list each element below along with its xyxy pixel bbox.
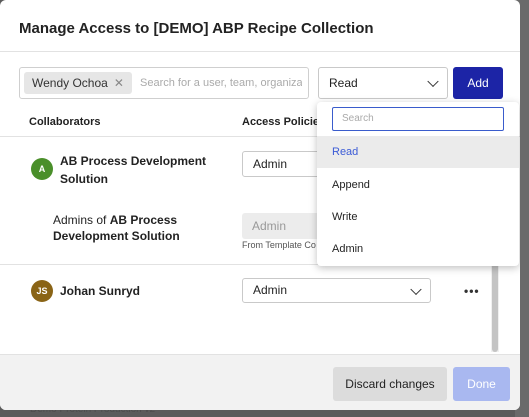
add-button[interactable]: Add (453, 67, 503, 99)
avatar: A (31, 158, 53, 180)
from-label: From (242, 240, 266, 250)
dropdown-search-input[interactable]: Search (332, 107, 504, 131)
permission-select[interactable]: Read (318, 67, 448, 99)
dropdown-option-append[interactable]: Append (317, 169, 519, 201)
collaborator-name: AB Process Development Solution (60, 154, 207, 186)
selected-user-chip: Wendy Ochoa ✕ (24, 72, 132, 94)
discard-changes-button[interactable]: Discard changes (333, 367, 447, 401)
dialog-title: Manage Access to [DEMO] ABP Recipe Colle… (19, 20, 374, 37)
dropdown-option-admin[interactable]: Admin (317, 233, 519, 265)
collaborator-search-input[interactable]: Search for a user, team, organizati (140, 68, 302, 98)
inherited-access-policy: Admin (242, 213, 322, 239)
chip-label: Wendy Ochoa (32, 76, 108, 90)
more-options-icon[interactable]: ••• (464, 284, 480, 298)
chevron-down-icon (427, 75, 439, 88)
inherited-collaborator: Admins of AB Process Development Solutio… (53, 212, 203, 244)
chevron-down-icon (410, 283, 422, 295)
collaborator-name: Johan Sunryd (60, 284, 141, 298)
permission-select-value: Read (329, 76, 358, 90)
done-button[interactable]: Done (453, 367, 510, 401)
remove-chip-icon[interactable]: ✕ (114, 72, 124, 94)
avatar: JS (31, 280, 53, 302)
inherited-prefix: Admins of (53, 213, 110, 227)
access-policy-value: Admin (253, 283, 288, 297)
collaborators-column-header: Collaborators (29, 116, 101, 128)
template-link[interactable]: Template Co (265, 240, 316, 250)
access-policy-value: Admin (253, 157, 288, 171)
access-policy-select[interactable]: Admin (242, 151, 322, 177)
dropdown-option-write[interactable]: Write (317, 201, 519, 233)
access-policies-column-header: Access Policies (242, 116, 326, 128)
inherited-source: From Template Co (242, 240, 322, 250)
access-policy-select[interactable]: Admin (242, 278, 431, 303)
collaborator-search-box[interactable]: Wendy Ochoa ✕ Search for a user, team, o… (19, 67, 309, 99)
dropdown-option-read[interactable]: Read (317, 136, 519, 168)
divider (0, 51, 520, 52)
manage-access-dialog: Manage Access to [DEMO] ABP Recipe Colle… (0, 0, 520, 410)
permission-dropdown-menu: Search Read Append Write Admin (317, 102, 519, 266)
